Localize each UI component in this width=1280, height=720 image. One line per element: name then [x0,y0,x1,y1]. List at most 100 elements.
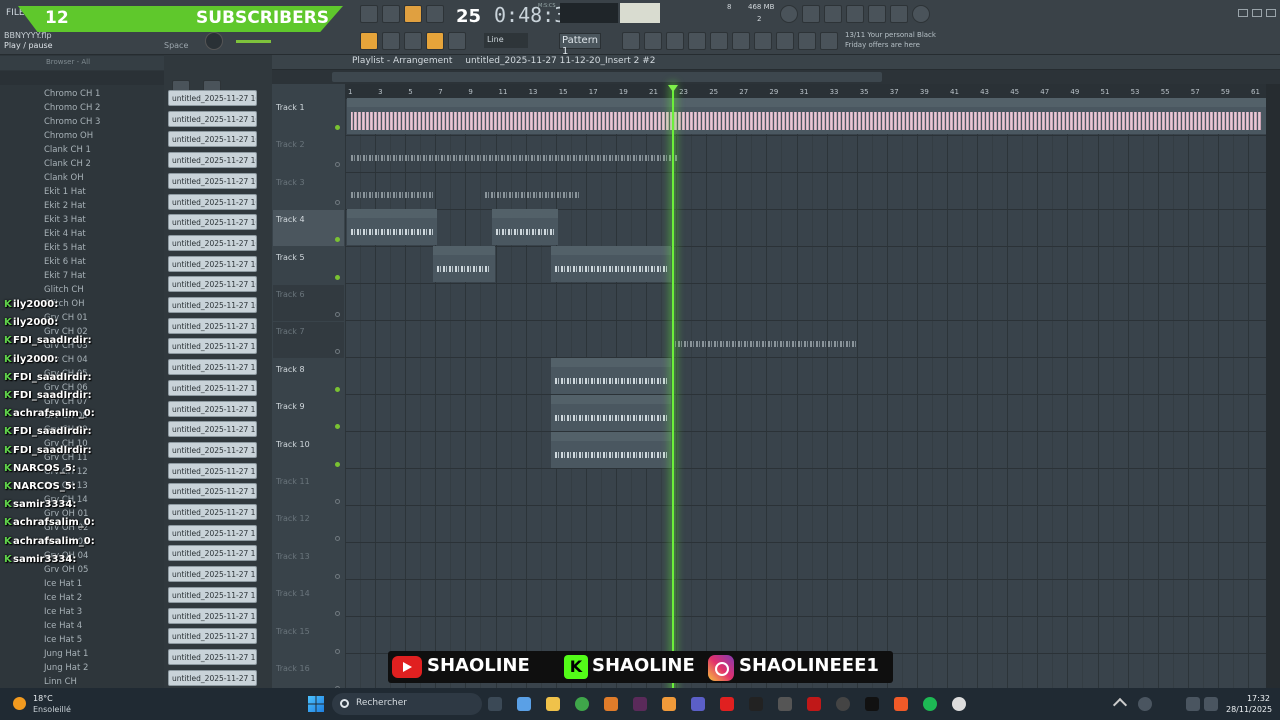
weather-desc[interactable]: Ensoleillé [33,705,71,714]
browser-item[interactable]: Jung Hat 2 [44,663,88,673]
audio-clip[interactable]: untitled_2025-11-...1-12-20_Insert 2 [551,246,671,282]
track-mute-toggle[interactable] [335,461,340,467]
track-header[interactable]: Track 5 [273,248,344,284]
audio-clip[interactable]: untitled_202...-54_Insert 2 [347,209,437,245]
plugin-icon[interactable] [890,5,908,23]
browser-item[interactable]: Clank CH 1 [44,145,91,155]
channel-button[interactable]: untitled_2025-11-27 10-... [168,193,257,210]
browser-item[interactable]: Chromo CH 1 [44,89,100,99]
audio-clip[interactable]: untitled_..Insert 2 [492,209,558,245]
undo-icon[interactable] [780,5,798,23]
track-header[interactable]: Track 8 [273,360,344,396]
browser-item[interactable]: Ice Hat 4 [44,621,82,631]
track-header[interactable]: Track 10 [273,435,344,471]
song-mode-button[interactable] [404,5,422,23]
browser-item[interactable]: Linn CH [44,677,77,687]
channel-rack-icon[interactable] [666,32,684,50]
task-view-icon[interactable] [488,697,502,711]
track-mute-toggle[interactable] [335,386,340,392]
pattern-song-toggle[interactable] [360,5,378,23]
browser-item[interactable]: Chromo CH 3 [44,117,100,127]
scrollbar-thumb[interactable] [332,72,882,82]
channel-button[interactable]: untitled_2025-11-27 10-... [168,172,257,189]
channel-button[interactable]: untitled_2025-11-27 10-... [168,152,257,169]
track-header[interactable]: Track 12 [273,509,344,545]
browser-item[interactable]: Grv OH 05 [44,565,88,575]
browser-item[interactable]: Ekit 3 Hat [44,215,86,225]
track-mute-toggle[interactable] [335,274,340,280]
master-pitch-slider[interactable] [236,40,271,43]
browser-item[interactable]: Ekit 4 Hat [44,229,86,239]
track-mute-toggle[interactable] [335,312,340,317]
brave-icon[interactable] [894,697,908,711]
browser-item[interactable]: Ekit 5 Hat [44,243,86,253]
track-header[interactable]: Track 15 [273,622,344,658]
audio-clip[interactable]: untitled_2025-11-...2-20_Insert 2 #2 [551,358,671,394]
channel-settings-icon[interactable] [710,32,728,50]
channel-button[interactable]: untitled_2025-11-27 11-... [168,338,257,355]
snap-selector[interactable]: Line [484,33,528,48]
taskbar-search[interactable]: Rechercher [332,693,482,715]
playlist-icon[interactable] [622,32,640,50]
browser-item[interactable]: Jung Hat 1 [44,649,88,659]
fn-app-icon[interactable] [749,697,763,711]
audio-clip[interactable]: untitled_2025-11-...2-20_Insert 2 #3 [551,395,671,431]
browser-header[interactable]: Browser - All [0,56,164,70]
audio-clip[interactable]: untitled_2025-11-...1-01-37_Insert 2 [551,432,671,468]
channel-button[interactable]: untitled_2025-11-27 11-... [168,648,257,665]
master-volume-knob[interactable] [205,32,223,50]
pattern-mode-button[interactable] [382,5,400,23]
browser-item[interactable]: Ice Hat 5 [44,635,82,645]
volume-icon[interactable] [1204,697,1218,711]
youtube-taskbar-icon[interactable] [720,697,734,711]
browser-item[interactable]: Ekit 7 Hat [44,271,86,281]
channel-button[interactable]: untitled_2025-11-27 11-... [168,607,257,624]
step-edit-icon[interactable] [382,32,400,50]
audio-clip-muted[interactable]: untitled_2025-11-27 11-03-30_Insert 2 [668,321,860,357]
touch-controller-icon[interactable] [776,32,794,50]
channel-button[interactable]: untitled_2025-11-27 11-... [168,628,257,645]
browser-item[interactable]: Ice Hat 3 [44,607,82,617]
track-header[interactable]: Track 7 [273,322,344,359]
cut-icon[interactable] [802,5,820,23]
track-header[interactable]: Track 11 [273,472,344,508]
track-header[interactable]: Track 6 [273,285,344,321]
playlist-scrollbar[interactable] [272,70,1280,84]
channel-button[interactable]: untitled_2025-11-27 11-... [168,421,257,438]
channel-button[interactable]: untitled_2025-11-27 11-... [168,462,257,479]
render-icon[interactable] [798,32,816,50]
file-explorer-icon[interactable] [546,697,560,711]
audio-clip-muted[interactable]: untitled_2025-...7-18_Insert 2 [481,172,583,208]
fl-studio-icon[interactable] [662,697,676,711]
channel-button[interactable]: untitled_2025-11-27 10-... [168,317,257,334]
help-icon[interactable] [846,5,864,23]
app-icon[interactable] [604,697,618,711]
channel-button[interactable]: untitled_2025-11-27 10-... [168,255,257,272]
app-icon[interactable] [778,697,792,711]
channel-button[interactable]: untitled_2025-11-27 11-... [168,379,257,396]
browser-item[interactable]: Clank CH 2 [44,159,91,169]
tempo-display[interactable]: 25 [456,6,481,27]
channel-button[interactable]: untitled_2025-11-27 11-... [168,566,257,583]
minimize-icon[interactable] [1238,9,1248,17]
audio-clip-muted[interactable]: untitled_202...-26_Insert 2 [347,172,437,208]
channel-button[interactable]: untitled_2025-11-27 10-... [168,110,257,127]
channel-button[interactable]: untitled_2025-11-27 10-... [168,297,257,313]
teams-icon[interactable] [691,697,705,711]
track-header[interactable]: Track 14 [273,584,344,620]
maximize-icon[interactable] [1252,9,1262,17]
brush-icon[interactable] [404,32,422,50]
link-icon[interactable] [426,32,444,50]
browser-item[interactable]: Ice Hat 1 [44,579,82,589]
channel-button[interactable]: untitled_2025-11-27 11-... [168,441,257,458]
app-icon[interactable] [865,697,879,711]
track-header[interactable]: Track 9 [273,397,344,433]
playhead[interactable] [672,85,674,695]
browser-item[interactable]: Clank OH [44,173,84,183]
channel-button[interactable]: untitled_2025-11-27 11-... [168,359,257,376]
sun-icon[interactable] [13,697,26,710]
track-mute-toggle[interactable] [335,125,340,130]
channel-button[interactable]: untitled_2025-11-27 10-... [168,214,257,231]
chrome-icon[interactable] [575,697,589,711]
channel-button[interactable]: untitled_2025-11-27 11-... [168,586,257,603]
